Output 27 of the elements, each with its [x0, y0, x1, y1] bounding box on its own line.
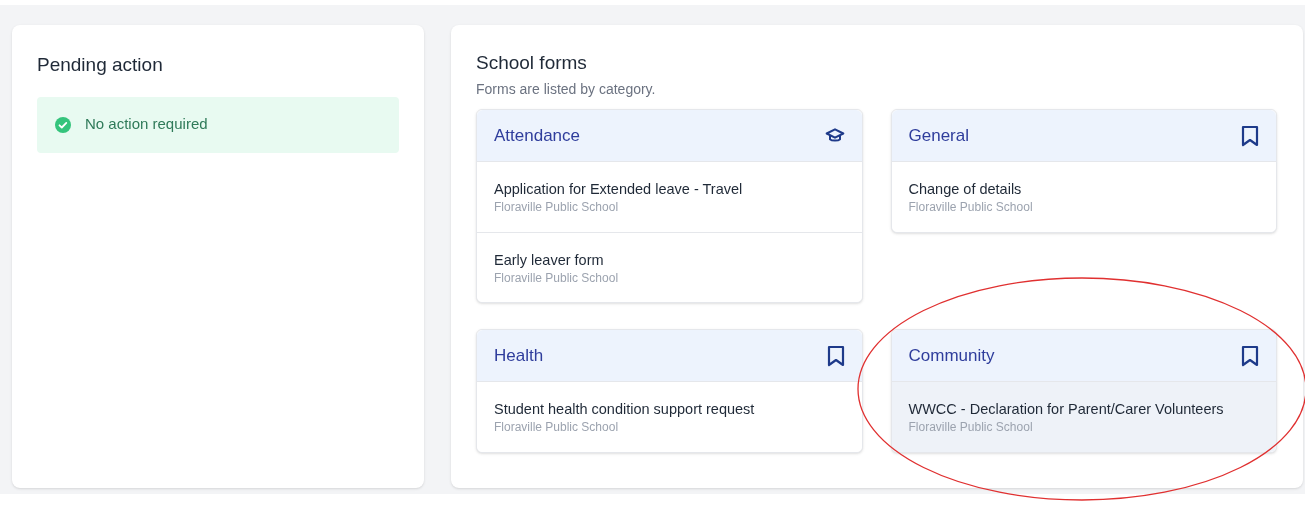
category-title: Health — [494, 344, 544, 367]
card-subtitle: Forms are listed by category. — [476, 80, 657, 99]
card-title: Pending action — [37, 53, 164, 77]
form-item[interactable]: Application for Extended leave - Travel Floraville Public School — [477, 162, 862, 232]
category-title: Attendance — [494, 124, 580, 147]
category-title: General — [908, 124, 969, 147]
form-item[interactable]: Student health condition support request Floraville Public School — [477, 382, 862, 452]
form-title: Application for Extended leave - Travel — [494, 180, 744, 199]
form-item[interactable]: Early leaver form Floraville Public School — [477, 232, 862, 302]
form-title: Change of details — [908, 180, 1023, 199]
school-name: Floraville Public School — [494, 419, 620, 435]
school-name: Floraville Public School — [494, 199, 620, 215]
category-title: Community — [908, 344, 995, 367]
form-title: Early leaver form — [494, 250, 605, 270]
form-title: Student health condition support request — [494, 400, 756, 419]
card-title: School forms — [476, 51, 588, 75]
form-item[interactable]: Change of details Floraville Public School — [891, 162, 1276, 232]
bookmark-icon — [1241, 344, 1259, 367]
bookmark-icon — [1241, 124, 1259, 147]
school-name: Floraville Public School — [494, 269, 620, 286]
bookmark-icon — [826, 344, 845, 367]
form-title: WWCC - Declaration for Parent/Carer Volunteers — [908, 400, 1225, 419]
check-circle-icon — [55, 116, 71, 133]
form-item[interactable]: WWCC - Declaration for Parent/Carer Volunteers Floraville Public School — [891, 382, 1276, 452]
status-text: No action required — [85, 114, 208, 135]
school-name: Floraville Public School — [908, 419, 1034, 435]
school-name: Floraville Public School — [908, 199, 1034, 215]
